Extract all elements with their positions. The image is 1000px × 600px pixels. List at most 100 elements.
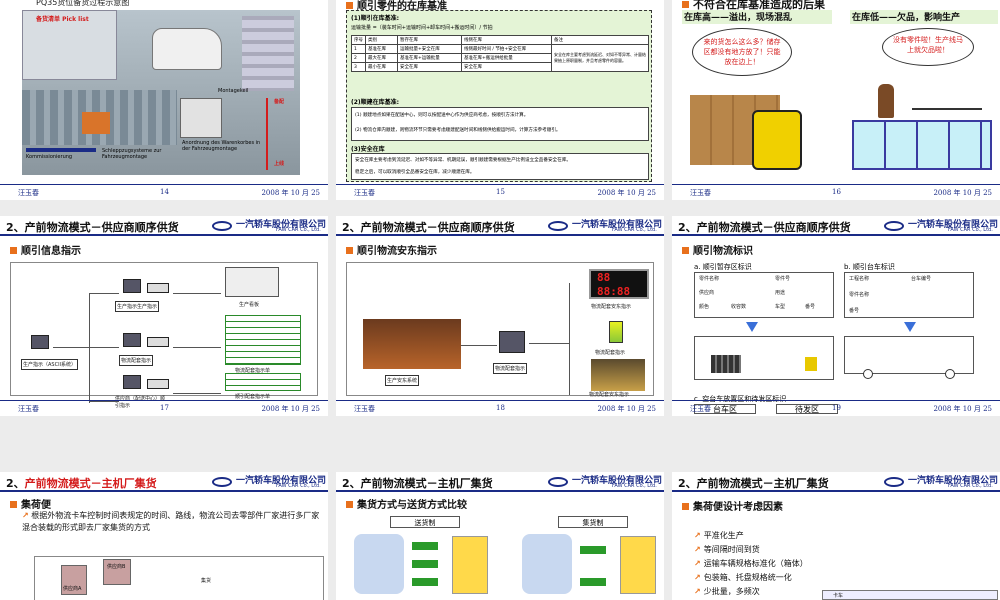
faw-logo-icon (884, 221, 904, 231)
grid-sheet (225, 373, 301, 391)
logo-en: FAW CAR Co., Ltd. (948, 227, 993, 233)
section-heading: 顺引物流安东指示 (346, 242, 437, 257)
cell: 基准在库+搬运供给批量 (461, 53, 552, 63)
truck-icon (580, 546, 606, 554)
slide-17[interactable]: 2、产前物流模式－供应商顺序供货 一汽轿车股份有限公司 FAW CAR Co.,… (0, 216, 328, 416)
temp-area-label-form: 零件名称 零件号 供应商 用途 颜色 收容数 车型 番号 (694, 272, 834, 318)
faw-logo: 一汽轿车股份有限公司 FAW CAR Co., Ltd. (884, 473, 998, 490)
arrow-icon: ↗ (22, 511, 29, 520)
cart-wheel (945, 369, 955, 379)
printer-icon (147, 283, 169, 293)
slide-title: 2、产前物流模式－主机厂集货 (678, 477, 829, 490)
footer-author: 汪玉春 (18, 405, 39, 413)
arrow-1 (173, 293, 221, 294)
shelf-image (242, 16, 294, 91)
bullet-text: 平准化生产 (703, 531, 744, 540)
head-left: 在库高——溢出，现场混乱 (682, 10, 832, 24)
label-montagekeil: Montagekeil (218, 88, 249, 94)
arrow-down-icon (746, 322, 758, 332)
field: 零件名称 (699, 276, 720, 282)
digit-display-bottom: 88:88 (597, 285, 631, 298)
faw-logo-icon (212, 477, 232, 487)
table-note: 安全在库主要考虑到流延迟、对如不等异常、计量结果抽上原职量制，并且考虑零件的容量… (551, 44, 649, 72)
cell: 基准在库 (365, 44, 398, 54)
slide-header: 2、产前物流模式－供应商顺序供货 一汽轿车股份有限公司 FAW CAR Co.,… (672, 216, 1000, 236)
slide-19[interactable]: 2、产前物流模式－供应商顺序供货 一汽轿车股份有限公司 FAW CAR Co.,… (672, 216, 1000, 416)
footer-date: 2008 年 10 月 25 (261, 405, 320, 413)
field: 台车编号 (911, 276, 932, 282)
collection-label: 集货制 (558, 516, 628, 528)
slide-14[interactable]: PQ35货位备货过程示意图 备货清单 Pick list Montagekeil… (0, 0, 328, 200)
bullet-item: ↗ 运输车辆规格标准化（箱体） (694, 558, 808, 569)
bullet-item: ↗ 等间隔时间到货 (694, 544, 760, 555)
diagram-frame: 供应商A 供应商B 集货 (34, 556, 324, 600)
footer-date: 2008 年 10 月 25 (597, 189, 656, 197)
footer-page: 14 (160, 188, 169, 196)
conveyor-arrow (26, 148, 96, 152)
arrow-icon: ↗ (694, 587, 701, 596)
connector-1 (89, 293, 119, 294)
slide-21[interactable]: 2、产前物流模式－主机厂集货 一汽轿车股份有限公司 FAW CAR Co., L… (336, 472, 664, 600)
bullet-text: 包装箱、托盘规格统一化 (703, 573, 792, 582)
faw-logo-icon (548, 221, 568, 231)
field: 番号 (849, 308, 860, 314)
footer-author: 汪玉春 (354, 405, 375, 413)
cell: 安全在库 (461, 62, 552, 72)
slide-header: 2、产前物流模式－主机厂集货 一汽轿车股份有限公司 FAW CAR Co., L… (672, 472, 1000, 492)
formula: 运输批量 =（装车时间+运输时间+卸车时间+搬运时间）/ 节拍 (351, 25, 493, 31)
bullet-text: 运输车辆规格标准化（箱体） (703, 559, 808, 568)
s3-title: (3)安全在库 (351, 146, 385, 153)
section-heading: 集荷便 (10, 496, 51, 511)
worker-image (878, 84, 894, 118)
field: 零件名称 (849, 292, 870, 298)
field: 番号 (805, 304, 816, 310)
field: 用途 (775, 290, 786, 296)
body-content: 根据外物流卡车控制时间表规定的时间、路线，物流公司去零部件厂家进行多厂家混合装载… (22, 511, 320, 532)
trunk-line (569, 283, 570, 395)
slide-18[interactable]: 2、产前物流模式－供应商顺序供货 一汽轿车股份有限公司 FAW CAR Co.,… (336, 216, 664, 416)
bullet-item: ↗ 平准化生产 (694, 530, 744, 541)
cell: 安全在库 (397, 62, 462, 72)
slide-16[interactable]: 不符合在库基准造成的后果 在库高——溢出，现场混乱 在库低——欠品，影响生产 来… (672, 0, 1000, 200)
orange-tug-image (82, 112, 110, 134)
logo-en: FAW CAR Co., Ltd. (276, 483, 321, 489)
slide-footer: 汪玉春 15 2008 年 10 月 25 (336, 184, 664, 200)
s3-box: 安全在库主要考虑到流延迟、对如不等异常、机期延误，顺引顺建需要根据生产比例设立全… (351, 153, 649, 180)
slide-20[interactable]: 2、产前物流模式－主机厂集货 一汽轿车股份有限公司 FAW CAR Co., L… (0, 472, 328, 600)
faw-logo: 一汽轿车股份有限公司 FAW CAR Co., Ltd. (548, 473, 662, 490)
slide-22[interactable]: 2、产前物流模式－主机厂集货 一汽轿车股份有限公司 FAW CAR Co., L… (672, 472, 1000, 600)
node-b: 供应商B (107, 564, 126, 570)
bullet-item: ↗ 包装箱、托盘规格统一化 (694, 572, 792, 583)
connector-2 (89, 347, 119, 348)
cart-drawing (844, 336, 974, 379)
s2-box: (1) 顺建地点如果在配送中心，则可以按配送中心作为供应商考虑，按顺引方法计算。… (351, 107, 649, 141)
faw-logo: 一汽轿车股份有限公司 FAW CAR Co., Ltd. (884, 217, 998, 234)
digit-display: 88 88:88 (589, 269, 649, 299)
label-anordnung: Anordnung des Warenkorbes in der Fahrzeu… (182, 140, 261, 152)
footer-page: 18 (496, 404, 505, 412)
footer-date: 2008 年 10 月 25 (261, 189, 320, 197)
slide-15[interactable]: 顺引零件的在库基准 (1)顺引在库基准: 运输批量 =（装车时间+运输时间+卸车… (336, 0, 664, 200)
faw-logo-icon (212, 221, 232, 231)
truck-icon (412, 542, 438, 550)
delivery-panel: 送货制 (354, 516, 492, 600)
empty-shelf (852, 120, 992, 170)
cell: 最大在库 (365, 53, 398, 63)
truck-icon (412, 560, 438, 568)
footer-page: 19 (832, 404, 841, 412)
footer-date: 2008 年 10 月 25 (933, 405, 992, 413)
s3-line: 安全在库主要考虑到流延迟、对如不等异常、机期延误，顺引顺建需要根据生产比例设立全… (355, 158, 571, 163)
section-heading: 集荷便设计考虑因素 (682, 498, 783, 513)
printer-icon (147, 379, 169, 389)
footer-author: 汪玉春 (690, 189, 711, 197)
pc-icon (123, 333, 141, 347)
footer-author: 汪玉春 (354, 189, 375, 197)
pick-list-label: 备货清单 Pick list (36, 16, 89, 23)
kanban-sheet (225, 267, 279, 297)
logo-en: FAW CAR Co., Ltd. (612, 227, 657, 233)
footer-author: 汪玉春 (18, 189, 39, 197)
connector (529, 343, 569, 344)
label-beipei: 备配 (274, 99, 285, 105)
arrow-down-icon (904, 322, 916, 332)
footer-date: 2008 年 10 月 25 (597, 405, 656, 413)
